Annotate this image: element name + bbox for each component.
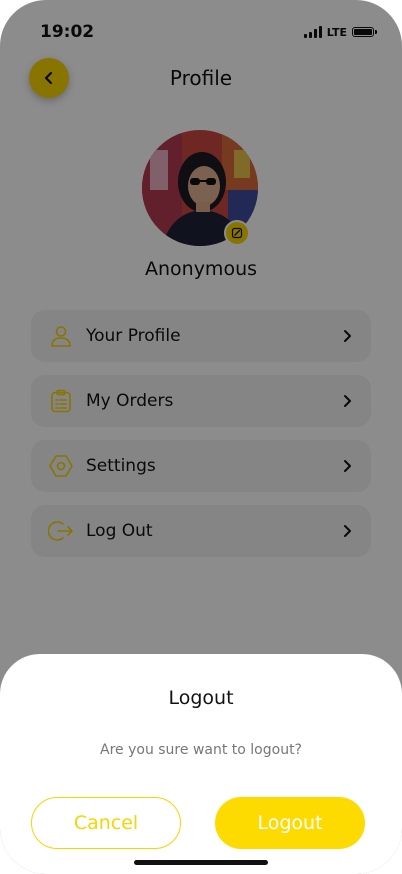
sheet-message: Are you sure want to logout?: [100, 742, 302, 758]
phone-screen: 19:02 LTE Profile Anonymous Your Profile…: [0, 0, 402, 874]
logout-confirm-button[interactable]: Logout: [215, 797, 365, 849]
logout-sheet: Logout Are you sure want to logout? Canc…: [0, 654, 402, 874]
home-indicator: [134, 860, 268, 865]
sheet-title: Logout: [168, 687, 234, 709]
cancel-button[interactable]: Cancel: [31, 797, 181, 849]
